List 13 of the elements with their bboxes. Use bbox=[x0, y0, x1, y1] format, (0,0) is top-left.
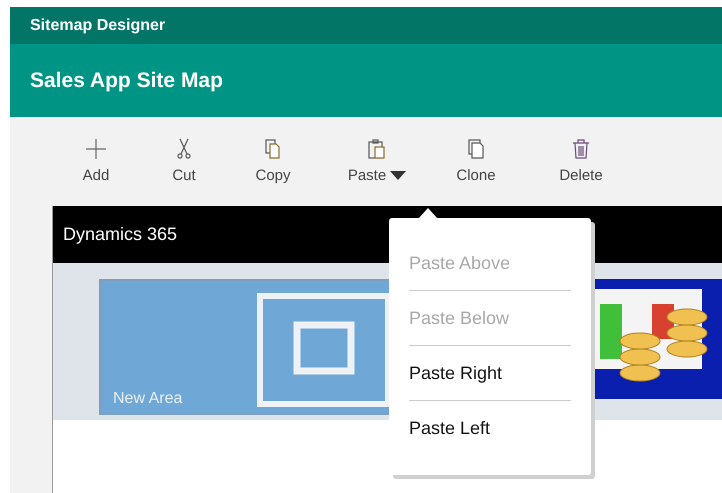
canvas-title: Dynamics 365 bbox=[63, 223, 178, 246]
toolbar-button[interactable]: Clone bbox=[436, 137, 516, 188]
toolbar-button[interactable]: Copy bbox=[228, 137, 318, 188]
menu-item[interactable]: Paste Right bbox=[409, 346, 502, 400]
window-title: Sitemap Designer bbox=[30, 16, 166, 36]
toolbar-button[interactable]: Cut bbox=[140, 137, 228, 188]
plus-icon bbox=[84, 137, 108, 161]
tile-icon bbox=[257, 293, 391, 407]
tile-label: New Area bbox=[113, 389, 182, 409]
toolbar-button[interactable]: Paste bbox=[318, 137, 436, 188]
toolbar-button[interactable]: Add bbox=[52, 137, 140, 188]
header-title: Sales App Site Map bbox=[30, 68, 223, 94]
toolbar-button[interactable]: Delete bbox=[516, 137, 646, 188]
